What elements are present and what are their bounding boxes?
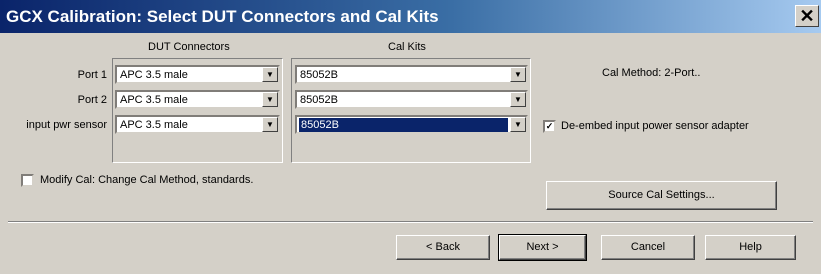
cal-method-text: Cal Method: 2-Port.. bbox=[602, 67, 701, 79]
window-title: GCX Calibration: Select DUT Connectors a… bbox=[6, 7, 439, 26]
input-pwr-sensor-connector-value: APC 3.5 male bbox=[120, 119, 188, 131]
modify-cal-label[interactable]: Modify Cal: Change Cal Method, standards… bbox=[40, 174, 253, 186]
chevron-down-icon[interactable]: ▼ bbox=[510, 92, 526, 107]
cancel-button[interactable]: Cancel bbox=[601, 235, 695, 260]
port2-calkit-value: 85052B bbox=[300, 94, 338, 106]
dut-connectors-heading: DUT Connectors bbox=[148, 41, 230, 53]
port1-calkit-select[interactable]: 85052B ▼ bbox=[295, 65, 528, 84]
deembed-label[interactable]: De-embed input power sensor adapter bbox=[561, 120, 749, 132]
port2-calkit-select[interactable]: 85052B ▼ bbox=[295, 90, 528, 109]
input-pwr-sensor-calkit-select[interactable]: 85052B ▼ bbox=[295, 115, 528, 134]
next-button[interactable]: Next > bbox=[498, 234, 587, 261]
port2-label: Port 2 bbox=[77, 94, 107, 106]
chevron-down-icon[interactable]: ▼ bbox=[510, 117, 526, 132]
port1-label: Port 1 bbox=[77, 69, 107, 81]
title-bar[interactable]: GCX Calibration: Select DUT Connectors a… bbox=[0, 0, 821, 33]
input-pwr-sensor-calkit-value: 85052B bbox=[299, 118, 508, 132]
chevron-down-icon[interactable]: ▼ bbox=[262, 92, 278, 107]
checkmark-icon: ✓ bbox=[545, 121, 554, 131]
close-icon: ✕ bbox=[799, 6, 815, 26]
help-button[interactable]: Help bbox=[705, 235, 796, 260]
back-button[interactable]: < Back bbox=[396, 235, 490, 260]
port2-connector-value: APC 3.5 male bbox=[120, 94, 188, 106]
separator bbox=[8, 221, 813, 223]
port2-connector-select[interactable]: APC 3.5 male ▼ bbox=[115, 90, 280, 109]
port1-connector-value: APC 3.5 male bbox=[120, 69, 188, 81]
calibration-dialog: GCX Calibration: Select DUT Connectors a… bbox=[0, 0, 821, 274]
cal-kits-heading: Cal Kits bbox=[388, 41, 426, 53]
input-pwr-sensor-connector-select[interactable]: APC 3.5 male ▼ bbox=[115, 115, 280, 134]
modify-cal-checkbox[interactable] bbox=[21, 174, 34, 187]
input-pwr-sensor-label: input pwr sensor bbox=[26, 119, 107, 131]
port1-connector-select[interactable]: APC 3.5 male ▼ bbox=[115, 65, 280, 84]
chevron-down-icon[interactable]: ▼ bbox=[262, 117, 278, 132]
chevron-down-icon[interactable]: ▼ bbox=[510, 67, 526, 82]
port1-calkit-value: 85052B bbox=[300, 69, 338, 81]
source-cal-settings-button[interactable]: Source Cal Settings... bbox=[546, 181, 777, 210]
close-button[interactable]: ✕ bbox=[795, 5, 819, 27]
chevron-down-icon[interactable]: ▼ bbox=[262, 67, 278, 82]
deembed-checkbox[interactable]: ✓ bbox=[543, 120, 556, 133]
